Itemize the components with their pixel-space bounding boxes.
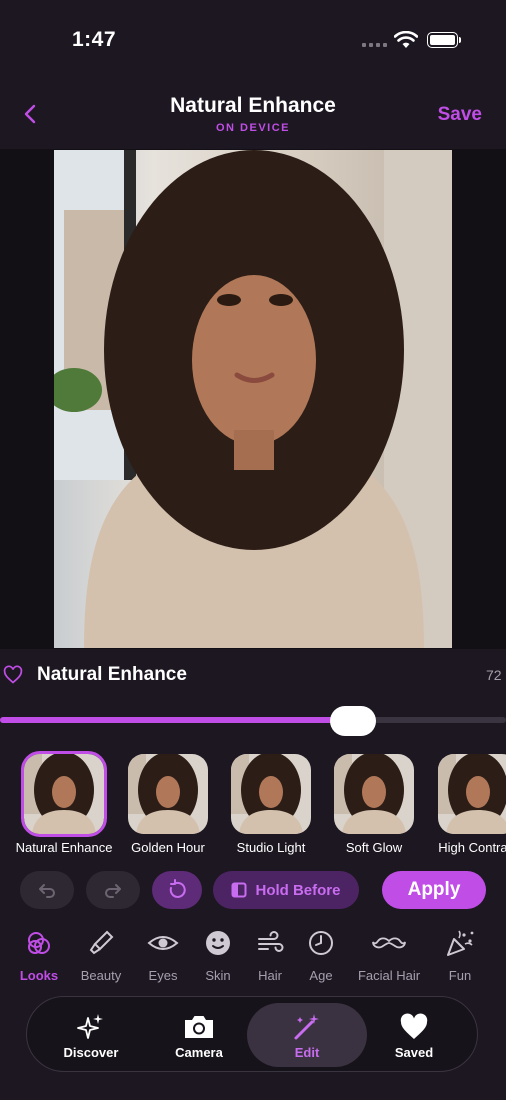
redo-button[interactable] (86, 871, 140, 909)
undo-button[interactable] (20, 871, 74, 909)
category-facial-hair[interactable]: Facial Hair (357, 928, 421, 983)
sparkles-icon (39, 1011, 143, 1043)
status-time: 1:47 (72, 28, 117, 51)
tab-discover[interactable]: Discover (39, 1003, 143, 1067)
category-label: Facial Hair (357, 968, 421, 983)
category-label: Beauty (80, 968, 122, 983)
tab-label: Edit (294, 1045, 320, 1060)
tab-camera[interactable]: Camera (147, 1003, 251, 1067)
reset-icon (169, 879, 186, 898)
preset-label: Natural Enhance (15, 840, 113, 855)
preset-label: High Contrast (438, 840, 506, 855)
compare-icon (231, 882, 247, 898)
favorite-heart-icon[interactable] (3, 665, 23, 685)
category-age[interactable]: Age (289, 928, 353, 983)
intensity-slider-thumb[interactable] (330, 706, 376, 736)
preset-thumbnail[interactable] (128, 754, 208, 834)
redo-icon (105, 884, 121, 898)
category-label: Looks (19, 968, 59, 983)
tab-label: Camera (175, 1045, 223, 1060)
battery-icon (427, 32, 458, 48)
mustache-icon (357, 928, 421, 958)
tab-saved[interactable]: Saved (362, 1003, 466, 1067)
page-subtitle: ON DEVICE (215, 122, 290, 134)
category-looks[interactable]: Looks (7, 928, 71, 983)
tab-label: Saved (394, 1045, 434, 1060)
preset-thumbnail[interactable] (21, 751, 107, 837)
preset-thumbnail[interactable] (334, 754, 414, 834)
preset-thumbnail[interactable] (438, 754, 506, 834)
preset-label: Soft Glow (345, 840, 403, 855)
category-beauty[interactable]: Beauty (69, 928, 133, 983)
category-fun[interactable]: Fun (428, 928, 492, 983)
clock-icon (289, 928, 353, 958)
page-title: Natural Enhance (170, 94, 336, 117)
hold-before-button[interactable]: Hold Before (213, 871, 359, 909)
save-button[interactable]: Save (438, 104, 482, 126)
look-intensity-value: 72 (486, 667, 502, 683)
brush-icon (69, 928, 133, 958)
preset-label: Golden Hour (131, 840, 205, 855)
portrait-photo[interactable] (54, 150, 452, 648)
looks-icon (7, 928, 71, 958)
preset-thumbnail[interactable] (231, 754, 311, 834)
category-label: Fun (448, 968, 472, 983)
intensity-slider-fill (0, 717, 353, 723)
look-name: Natural Enhance (37, 664, 187, 685)
preset-label: Studio Light (236, 840, 306, 855)
category-label: Age (309, 968, 333, 983)
party-popper-icon (428, 928, 492, 958)
reset-button[interactable] (152, 871, 202, 909)
apply-button[interactable]: Apply (382, 871, 486, 909)
magic-wand-icon (247, 1011, 367, 1043)
cellular-signal-icon (362, 43, 387, 47)
tab-edit[interactable]: Edit (247, 1003, 367, 1067)
camera-icon (147, 1011, 251, 1043)
wifi-icon (394, 31, 418, 48)
heart-icon (362, 1011, 466, 1043)
undo-icon (39, 884, 55, 898)
tab-label: Discover (63, 1045, 119, 1060)
hold-before-label: Hold Before (255, 881, 341, 899)
